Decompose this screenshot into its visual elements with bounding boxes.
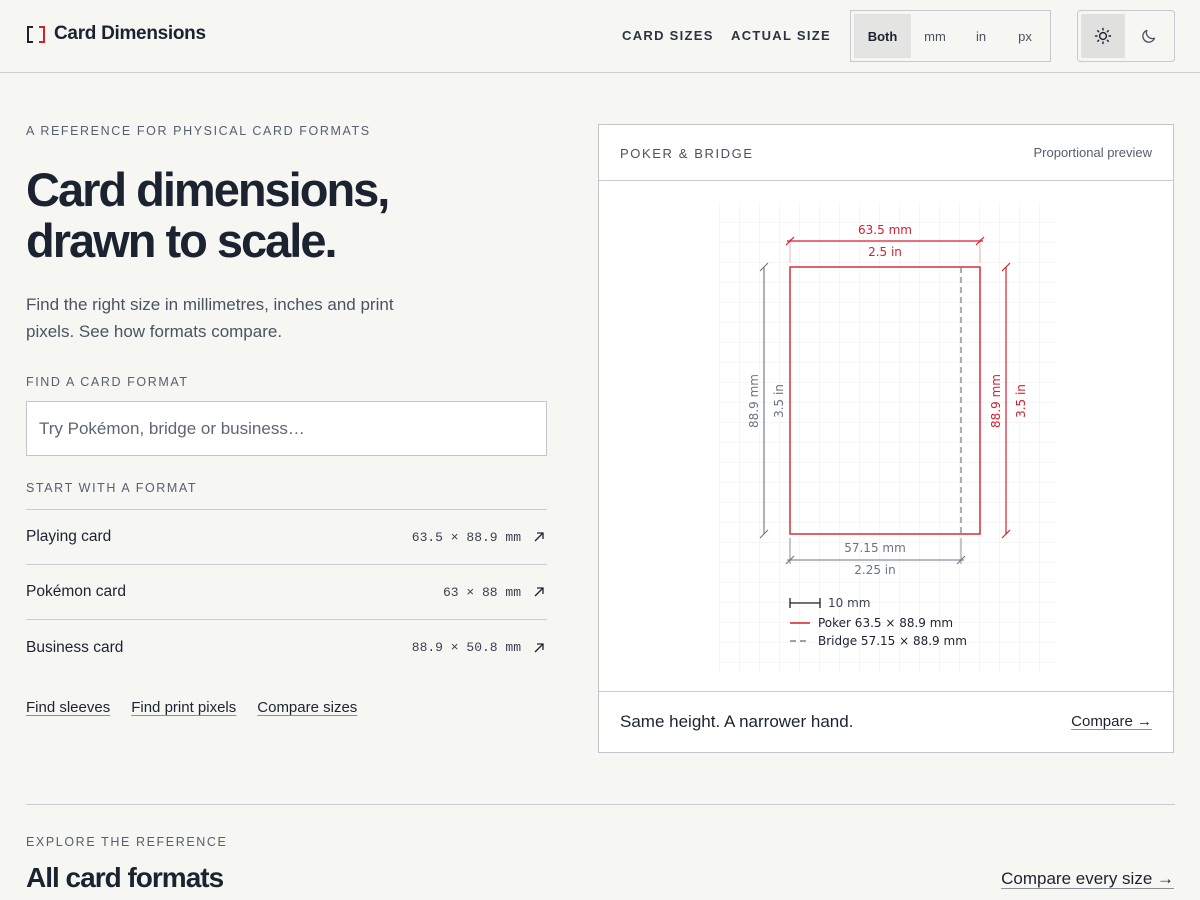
preview-header: POKER & BRIDGE Proportional preview <box>599 125 1173 181</box>
right-height-in-label: 3.5 in <box>1014 384 1028 418</box>
left-height-in-label: 3.5 in <box>772 384 786 418</box>
light-theme-button[interactable] <box>1081 14 1125 58</box>
right-height-mm-label: 88.9 mm <box>989 374 1003 428</box>
site-header: Card Dimensions CARD SIZES ACTUAL SIZE B… <box>0 0 1200 73</box>
dark-theme-button[interactable] <box>1127 14 1171 58</box>
format-row-business-card[interactable]: Business card 88.9 × 50.8 mm <box>26 620 547 675</box>
preview-note: Proportional preview <box>1033 145 1152 160</box>
nav-actual-size[interactable]: ACTUAL SIZE <box>731 28 831 43</box>
legend-poker-label: Poker 63.5 × 88.9 mm <box>818 616 953 630</box>
preview-title: POKER & BRIDGE <box>620 146 754 161</box>
all-card-formats-title: All card formats <box>26 862 224 893</box>
unit-in-button[interactable]: in <box>959 14 1003 58</box>
brand-logo[interactable]: Card Dimensions <box>26 23 206 45</box>
section-divider <box>26 804 1175 805</box>
quick-links: Find sleeves Find print pixels Compare s… <box>26 699 357 716</box>
left-height-mm-label: 88.9 mm <box>747 374 761 428</box>
grid-background <box>718 203 1056 673</box>
unit-mm-button[interactable]: mm <box>911 14 959 58</box>
preview-footer: Same height. A narrower hand. Compare → <box>599 691 1173 752</box>
arrow-up-right-icon <box>534 532 544 542</box>
format-list: Playing card 63.5 × 88.9 mm Pokémon card… <box>26 509 547 675</box>
format-name: Pokémon card <box>26 583 126 600</box>
compare-every-size-link[interactable]: Compare every size → <box>1001 869 1174 889</box>
proportional-preview-card: POKER & BRIDGE Proportional preview 63.5… <box>598 124 1174 753</box>
format-dimensions: 88.9 × 50.8 mm <box>411 640 521 655</box>
search-label: FIND A CARD FORMAT <box>26 375 189 389</box>
scale-bar-label: 10 mm <box>828 596 870 610</box>
format-dimensions: 63.5 × 88.9 mm <box>411 529 521 545</box>
hero-eyebrow: A REFERENCE FOR PHYSICAL CARD FORMATS <box>26 124 371 138</box>
legend-bridge-label: Bridge 57.15 × 88.9 mm <box>818 634 967 648</box>
hero-title-line-1: Card dimensions, <box>26 163 390 216</box>
unit-toggle: Both mm in px <box>850 10 1051 62</box>
format-name: Business card <box>26 638 124 656</box>
find-sleeves-link[interactable]: Find sleeves <box>26 699 110 716</box>
hero-subtitle: Find the right size in millimetres, inch… <box>26 295 394 341</box>
arrow-up-right-icon <box>534 587 544 597</box>
bridge-width-mm-label: 57.15 mm <box>844 541 906 555</box>
explore-eyebrow: EXPLORE THE REFERENCE <box>26 835 228 849</box>
format-row-playing-card[interactable]: Playing card 63.5 × 88.9 mm <box>26 510 547 565</box>
poker-width-in-label: 2.5 in <box>868 245 902 259</box>
bridge-width-in-label: 2.25 in <box>854 563 895 577</box>
preview-compare-link[interactable]: Compare → <box>1071 713 1152 730</box>
format-row-pokemon-card[interactable]: Pokémon card 63 × 88 mm <box>26 565 547 620</box>
nav-card-sizes[interactable]: CARD SIZES <box>622 28 714 43</box>
sun-icon <box>1094 27 1112 45</box>
moon-icon <box>1142 29 1156 43</box>
card-comparison-diagram: 63.5 mm 2.5 in 88.9 mm 3.5 in 88.9 mm 3.… <box>718 203 1056 673</box>
hero-title-line-2: drawn to scale. <box>26 214 338 267</box>
search-box <box>26 401 547 456</box>
preview-caption: Same height. A narrower hand. <box>620 712 854 731</box>
brand-name: Card Dimensions <box>54 23 206 44</box>
formats-label: START WITH A FORMAT <box>26 481 198 495</box>
unit-both-button[interactable]: Both <box>854 14 911 58</box>
unit-px-button[interactable]: px <box>1003 14 1047 58</box>
format-name: Playing card <box>26 528 112 545</box>
bracket-logo-icon <box>26 23 46 45</box>
poker-width-mm-label: 63.5 mm <box>858 223 912 237</box>
hero-title: Card dimensions, drawn to scale. <box>26 164 546 266</box>
format-dimensions: 63 × 88 mm <box>442 584 521 600</box>
compare-sizes-link[interactable]: Compare sizes <box>257 699 357 716</box>
find-print-pixels-link[interactable]: Find print pixels <box>131 699 236 716</box>
format-search-input[interactable] <box>27 402 546 455</box>
theme-toggle <box>1077 10 1175 62</box>
arrow-up-right-icon <box>534 642 544 652</box>
